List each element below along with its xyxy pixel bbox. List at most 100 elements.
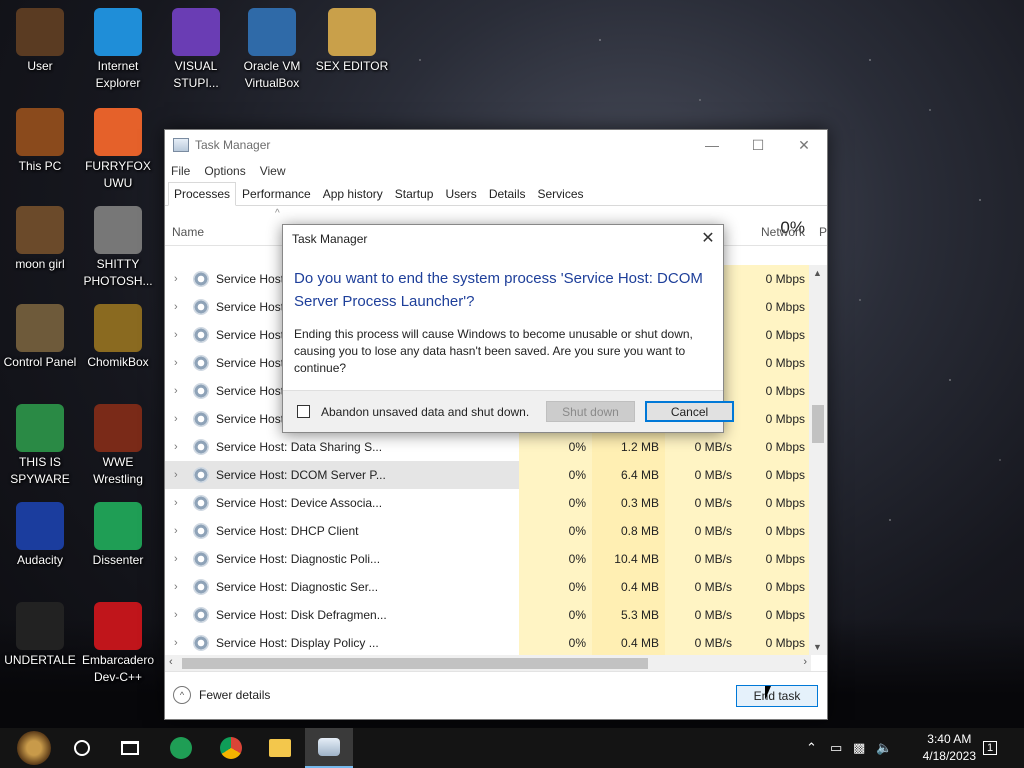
desktop-icon[interactable]: Internet Explorer	[78, 8, 158, 92]
desktop-icon[interactable]: VISUAL STUPI...	[156, 8, 236, 92]
desktop-icon[interactable]: ChomikBox	[78, 304, 158, 371]
desktop-icon-label: THIS IS SPYWARE	[10, 455, 70, 486]
footer: ^ Fewer details End task	[165, 671, 827, 719]
desktop-icon[interactable]: WWE Wrestling	[78, 404, 158, 488]
end-task-button[interactable]: End task	[736, 685, 818, 707]
tab-users[interactable]: Users	[439, 182, 482, 206]
service-gear-icon	[193, 607, 209, 623]
abandon-data-checkbox[interactable]	[297, 405, 310, 418]
power-column-header[interactable]: P	[819, 225, 827, 239]
desktop-icon[interactable]: Oracle VM VirtualBox	[232, 8, 312, 92]
start-button[interactable]	[10, 728, 58, 768]
menu-options[interactable]: Options	[204, 164, 245, 178]
dialog-close-icon[interactable]: ✕	[693, 225, 723, 253]
process-row[interactable]: › Service Host: Display Policy ... 0% 0.4 M…	[165, 629, 811, 655]
volume-muted-icon[interactable]: 🔈	[876, 728, 892, 768]
process-row[interactable]: › Service Host: Diagnostic Ser... 0% 0.4 MB…	[165, 573, 811, 601]
process-row[interactable]: › Service Host: Disk Defragmen... 0% 5.3 MB…	[165, 601, 811, 629]
tab-details[interactable]: Details	[483, 182, 532, 206]
desktop-icon[interactable]: UNDERTALE	[0, 602, 80, 669]
expand-chevron-icon[interactable]: ›	[174, 265, 178, 293]
image-file-icon	[16, 206, 64, 254]
desktop-icon[interactable]: SEX EDITOR	[312, 8, 392, 75]
mouse-cursor-icon	[765, 686, 777, 700]
tab-app-history[interactable]: App history	[317, 182, 389, 206]
process-row[interactable]: › Service Host: Data Sharing S... 0% 1.2 MB…	[165, 433, 811, 461]
tray-device-icon[interactable]: ▭	[830, 728, 842, 768]
scroll-down-icon[interactable]: ▼	[813, 642, 822, 652]
expand-chevron-icon[interactable]: ›	[174, 433, 178, 461]
expand-chevron-icon[interactable]: ›	[174, 545, 178, 573]
vertical-scrollbar[interactable]: ▲ ▼	[809, 265, 827, 655]
expand-chevron-icon[interactable]: ›	[174, 573, 178, 601]
cortana-button[interactable]	[58, 728, 106, 768]
taskbar: ⌃ ▭ ▩ 🔈 3:40 AM 4/18/2023 1	[0, 728, 1024, 768]
cancel-button[interactable]: Cancel	[645, 401, 734, 422]
scroll-left-icon[interactable]: ‹	[169, 656, 173, 668]
expand-chevron-icon[interactable]: ›	[174, 629, 178, 655]
clock[interactable]: 3:40 AM 4/18/2023	[923, 731, 976, 765]
taskbar-file-explorer[interactable]	[256, 728, 304, 768]
desktop-icon[interactable]: Dissenter	[78, 502, 158, 569]
network-column-header[interactable]: Network	[761, 225, 805, 239]
expand-chevron-icon[interactable]: ›	[174, 321, 178, 349]
close-icon[interactable]: ✕	[781, 130, 827, 160]
notifications-button[interactable]: 1	[983, 728, 998, 768]
tab-processes[interactable]: Processes	[168, 182, 237, 206]
process-row[interactable]: › Service Host: Diagnostic Poli... 0% 10.4 …	[165, 545, 811, 573]
expand-chevron-icon[interactable]: ›	[174, 377, 178, 405]
fewer-details-link[interactable]: ^ Fewer details	[173, 686, 270, 704]
hscroll-thumb[interactable]	[182, 658, 648, 669]
desktop-icon-label: Dissenter	[92, 553, 144, 567]
process-row[interactable]: › Service Host: DHCP Client 0% 0.8 MB 0 MB/s…	[165, 517, 811, 545]
memory-cell: 10.4 MB	[592, 545, 665, 573]
desktop-icon[interactable]: Embarcadero Dev-C++	[78, 602, 158, 686]
abandon-data-label[interactable]: Abandon unsaved data and shut down.	[321, 405, 529, 419]
process-row[interactable]: › Service Host: Device Associa... 0% 0.3 MB…	[165, 489, 811, 517]
desktop-icon[interactable]: THIS IS SPYWARE	[0, 404, 80, 488]
desktop-icon[interactable]: SHITTY PHOTOSH...	[78, 206, 158, 290]
service-gear-icon	[193, 579, 209, 595]
desktop-icon[interactable]: This PC	[0, 108, 80, 175]
expand-chevron-icon[interactable]: ›	[174, 461, 178, 489]
network-icon[interactable]: ▩	[853, 728, 865, 768]
disk-cell: 0 MB/s	[665, 573, 738, 601]
process-name: Service Host: Display Policy ...	[216, 636, 379, 650]
task-view-button[interactable]	[106, 728, 154, 768]
expand-chevron-icon[interactable]: ›	[174, 601, 178, 629]
process-row[interactable]: › Service Host: DCOM Server P... 0% 6.4 MB 0…	[165, 461, 811, 489]
service-gear-icon	[193, 495, 209, 511]
network-cell: 0 Mbps	[738, 321, 811, 349]
desktop-icon[interactable]: User	[0, 8, 80, 75]
taskbar-chrome[interactable]	[207, 728, 255, 768]
devcpp-icon	[94, 602, 142, 650]
expand-chevron-icon[interactable]: ›	[174, 293, 178, 321]
taskbar-task-manager[interactable]	[305, 728, 353, 768]
name-column-header[interactable]: Name	[172, 225, 204, 239]
scroll-right-icon[interactable]: ›	[803, 656, 807, 668]
desktop-icon[interactable]: Control Panel	[0, 304, 80, 371]
desktop-icon[interactable]: FURRYFOX UWU	[78, 108, 158, 192]
expand-chevron-icon[interactable]: ›	[174, 517, 178, 545]
expand-chevron-icon[interactable]: ›	[174, 349, 178, 377]
expand-chevron-icon[interactable]: ›	[174, 405, 178, 433]
scroll-thumb[interactable]	[812, 405, 824, 443]
horizontal-scrollbar[interactable]: ‹ ›	[165, 655, 811, 672]
tray-overflow-icon[interactable]: ⌃	[806, 728, 817, 768]
desktop-icon[interactable]: moon girl	[0, 206, 80, 273]
tab-services[interactable]: Services	[532, 182, 590, 206]
expand-chevron-icon[interactable]: ›	[174, 489, 178, 517]
maximize-icon[interactable]: ☐	[735, 130, 781, 160]
desktop-icon[interactable]: Audacity	[0, 502, 80, 569]
service-gear-icon	[193, 411, 209, 427]
menu-view[interactable]: View	[260, 164, 286, 178]
taskbar-dissenter[interactable]	[157, 728, 205, 768]
tab-startup[interactable]: Startup	[389, 182, 440, 206]
process-name: Service Host: Diagnostic Ser...	[216, 580, 379, 594]
minimize-icon[interactable]: —	[689, 130, 735, 160]
menu-file[interactable]: File	[171, 164, 190, 178]
scroll-up-icon[interactable]: ▲	[813, 268, 822, 278]
dissenter-icon	[94, 502, 142, 550]
end-process-dialog: Task Manager ✕ Do you want to end the sy…	[282, 224, 734, 433]
tab-performance[interactable]: Performance	[236, 182, 317, 206]
